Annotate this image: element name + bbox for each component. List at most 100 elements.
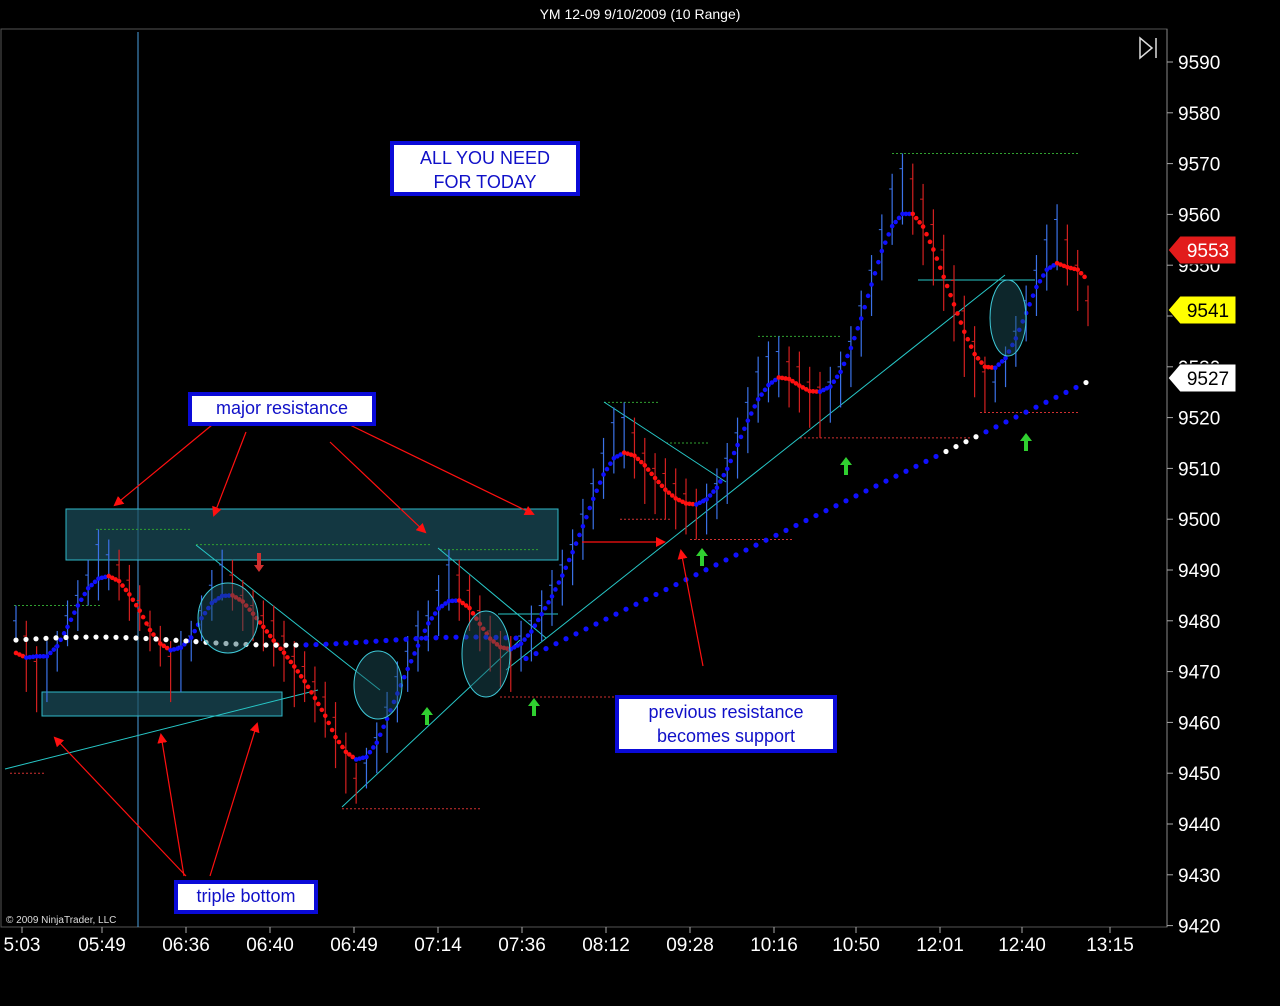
fast-ma-dot — [54, 643, 60, 649]
slow-ma-dot — [783, 527, 789, 533]
fast-ma-dot — [834, 374, 840, 380]
slow-ma-dot — [143, 635, 149, 642]
slow-ma-dot — [903, 468, 909, 474]
slow-ma-dot — [113, 634, 119, 640]
slow-ma-dot — [353, 639, 359, 646]
fast-ma-dot — [999, 359, 1005, 364]
fast-ma-dot — [415, 643, 421, 648]
fast-ma-dot — [587, 505, 593, 511]
fast-ma-dot — [72, 610, 77, 615]
fast-ma-dot — [718, 479, 723, 484]
fast-ma-dot — [659, 483, 665, 489]
slow-ma-dot — [343, 640, 349, 646]
fast-ma-dot — [566, 557, 572, 563]
slow-ma-dot — [1003, 419, 1009, 425]
fast-ma-dot — [955, 311, 960, 316]
fast-ma-dot — [872, 271, 878, 276]
callout-all-you-need: ALL YOU NEED FOR TODAY — [390, 141, 580, 196]
slow-ma-dot — [83, 634, 89, 640]
fast-ma-dot — [556, 580, 562, 585]
slow-ma-dot — [13, 637, 19, 643]
fast-ma-dot — [913, 215, 919, 221]
fast-ma-dot — [549, 594, 555, 599]
fast-ma-dot — [728, 458, 733, 464]
fast-ma-dot — [75, 603, 81, 608]
fast-ma-dot — [532, 623, 538, 629]
slow-ma-dot — [823, 508, 829, 514]
fast-ma-dot — [522, 637, 527, 642]
slow-ma-dot — [173, 637, 179, 643]
fast-ma-dot — [848, 345, 854, 351]
fast-ma-dot — [309, 690, 314, 695]
plot-frame — [0, 28, 1168, 928]
slow-ma-dot — [693, 572, 699, 578]
x-tick-label: 12:40 — [998, 935, 1046, 956]
slow-ma-dot — [403, 636, 409, 642]
slow-ma-dot — [263, 642, 269, 648]
slow-ma-dot — [393, 637, 399, 643]
fast-ma-dot — [192, 628, 197, 634]
fast-ma-dot — [573, 541, 579, 546]
y-tick-label: 9580 — [1178, 104, 1220, 125]
buy-signal-arrow — [1020, 433, 1032, 451]
x-tick-label: 05:49 — [78, 935, 126, 956]
fast-ma-dot — [58, 637, 63, 643]
fast-ma-dot — [865, 293, 871, 299]
fast-ma-dot — [278, 646, 283, 652]
fast-ma-dot — [645, 467, 651, 472]
buy-signal-arrow — [528, 698, 540, 716]
fast-ma-dot — [590, 496, 596, 502]
price-tag-label: 9553 — [1187, 241, 1229, 262]
fast-ma-dot — [927, 239, 933, 245]
slow-ma-dot — [813, 512, 819, 519]
fast-ma-dot — [759, 392, 764, 397]
fast-ma-dot — [302, 678, 307, 684]
fast-ma-dot — [577, 532, 582, 538]
annotation-arrow — [212, 431, 247, 517]
price-chart[interactable]: 9590958095709560955095409530952095109500… — [0, 0, 1280, 1006]
fast-ma-dot — [432, 611, 438, 616]
fast-ma-dot — [941, 274, 946, 280]
y-tick-label: 9490 — [1178, 561, 1220, 582]
fast-ma-dot — [755, 397, 761, 402]
slow-ma-dot — [613, 611, 619, 617]
slow-ma-dot — [593, 621, 599, 627]
fast-ma-dot — [738, 434, 744, 440]
fast-ma-dot — [553, 587, 558, 592]
slow-ma-dot — [303, 642, 309, 648]
fast-ma-dot — [944, 283, 950, 289]
fast-ma-dot — [996, 362, 1001, 367]
slow-ma-dot — [1013, 414, 1019, 420]
slow-ma-dot — [93, 634, 99, 640]
slow-ma-dot — [183, 638, 189, 644]
scroll-to-end-icon[interactable] — [1139, 36, 1157, 60]
fast-ma-dot — [917, 220, 922, 225]
slow-ma-dot — [873, 483, 879, 489]
fast-ma-dot — [604, 466, 610, 472]
x-tick-label: 08:12 — [582, 935, 630, 956]
fast-ma-dot — [649, 471, 654, 477]
slow-ma-dot — [553, 641, 559, 647]
callout-support: previous resistance becomes support — [615, 695, 837, 753]
slow-ma-dot — [633, 601, 639, 607]
fast-ma-dot — [948, 292, 953, 298]
slow-ma-dot — [953, 443, 959, 450]
fast-ma-dot — [367, 749, 373, 755]
fast-ma-dot — [295, 669, 301, 674]
fast-ma-dot — [889, 223, 895, 229]
fast-ma-dot — [724, 466, 730, 472]
slow-ma-dot — [723, 557, 729, 563]
fast-ma-dot — [584, 514, 589, 520]
fast-ma-dot — [68, 617, 74, 623]
price-tag-label: 9527 — [1187, 369, 1229, 390]
highlight-ellipse — [989, 279, 1027, 357]
fast-ma-dot — [876, 259, 881, 265]
fast-ma-dot — [1082, 274, 1087, 280]
x-tick-label: 09:28 — [666, 935, 714, 956]
slow-ma-dot — [433, 635, 439, 641]
fast-ma-dot — [288, 659, 294, 665]
copyright: © 2009 NinjaTrader, LLC — [6, 915, 116, 926]
y-tick-label: 9520 — [1178, 409, 1220, 430]
fast-ma-dot — [934, 256, 940, 261]
slow-ma-dot — [383, 637, 389, 644]
